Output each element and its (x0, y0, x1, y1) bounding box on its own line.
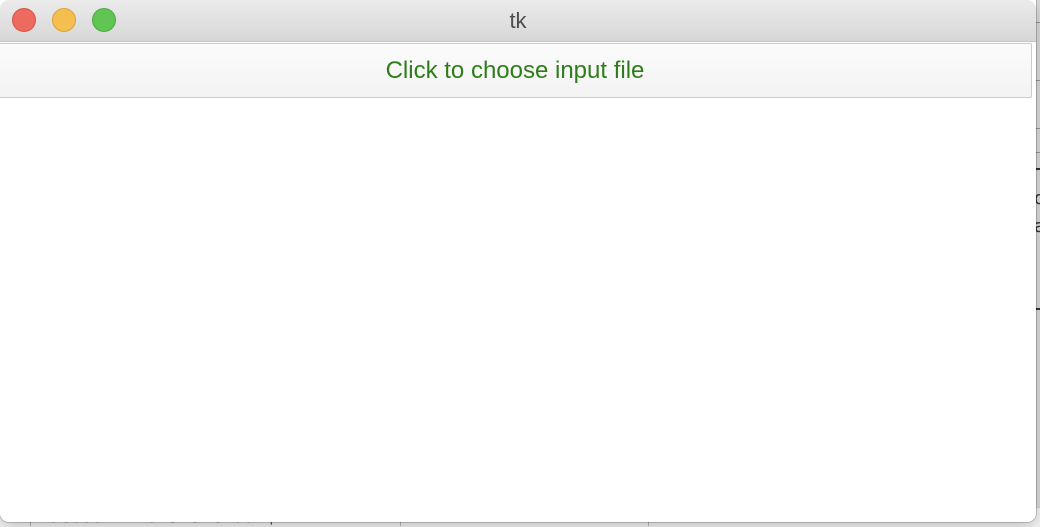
content-area (0, 100, 1036, 522)
window-title: tk (509, 8, 527, 33)
tk-window: tk Click to choose input file (0, 0, 1036, 522)
background-window-edge (1036, 0, 1040, 526)
background-divider (1036, 80, 1040, 81)
background-divider (1036, 152, 1040, 153)
background-divider (1036, 22, 1040, 23)
background-divider (1036, 128, 1040, 129)
background-divider (1036, 168, 1040, 170)
title-bar[interactable]: tk (0, 0, 1036, 42)
choose-input-file-button[interactable]: Click to choose input file (0, 43, 1032, 98)
background-divider (1036, 308, 1040, 310)
